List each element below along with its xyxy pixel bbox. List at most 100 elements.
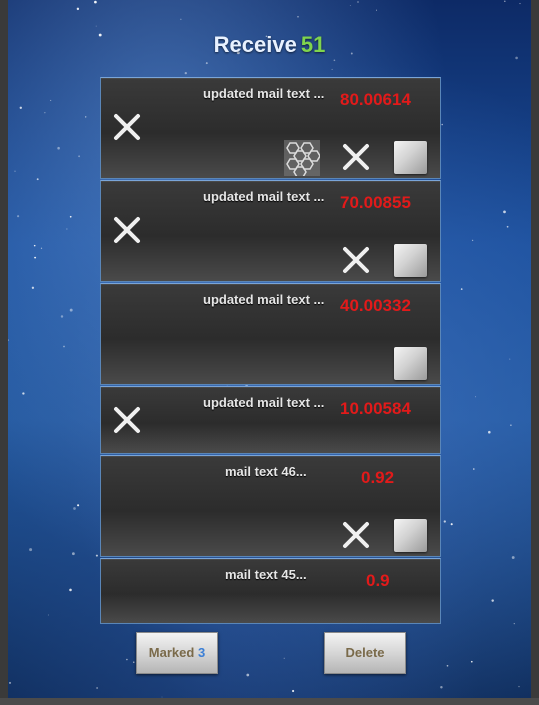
star: [471, 239, 474, 242]
marked-button[interactable]: Marked 3: [136, 632, 218, 674]
delete-attachment-x-icon[interactable]: [341, 142, 371, 172]
star: [491, 599, 494, 602]
mail-subject: updated mail text ...: [203, 292, 325, 307]
star: [78, 155, 80, 158]
star: [357, 1, 359, 3]
star: [333, 59, 336, 62]
star: [8, 339, 9, 341]
mail-item[interactable]: updated mail text ... 40.00332: [100, 283, 441, 385]
mail-subject: mail text 45...: [225, 567, 307, 582]
star: [57, 146, 60, 150]
star: [488, 430, 491, 434]
star: [95, 554, 98, 557]
mail-subject: updated mail text ...: [203, 86, 325, 101]
mail-item[interactable]: updated mail text ... 80.00614: [100, 77, 441, 179]
star: [518, 685, 520, 688]
star: [69, 588, 72, 592]
star: [31, 286, 35, 289]
star: [519, 3, 521, 5]
star: [504, 0, 506, 3]
star: [40, 247, 43, 249]
star: [470, 660, 473, 663]
star: [17, 215, 20, 218]
star: [473, 468, 475, 470]
star: [33, 244, 36, 247]
delete-label: Delete: [345, 645, 385, 660]
star: [95, 25, 97, 27]
mail-subject: updated mail text ...: [203, 189, 325, 204]
star: [50, 99, 52, 101]
delete-x-icon[interactable]: [112, 112, 142, 142]
star: [69, 308, 73, 312]
star: [443, 520, 446, 523]
bottom-bar: [0, 698, 539, 705]
mail-item[interactable]: updated mail text ... 10.00584: [100, 386, 441, 454]
star: [66, 228, 68, 230]
mail-value: 10.00584: [340, 399, 411, 418]
star: [72, 552, 75, 556]
star: [450, 523, 453, 526]
star: [76, 7, 80, 11]
star: [297, 16, 299, 18]
gift-box-icon[interactable]: [394, 244, 427, 277]
delete-attachment-x-icon[interactable]: [341, 245, 371, 275]
star: [513, 622, 515, 625]
mail-subject: mail text 46...: [225, 464, 307, 479]
star: [19, 106, 22, 109]
star: [126, 658, 128, 661]
star: [60, 315, 64, 318]
marked-count: 3: [197, 645, 206, 660]
mail-value: 0.9: [366, 571, 390, 590]
star: [331, 68, 333, 70]
star: [375, 9, 378, 11]
mail-subject: updated mail text ...: [203, 395, 325, 410]
star: [184, 71, 187, 75]
delete-x-icon[interactable]: [112, 215, 142, 245]
star: [14, 170, 16, 172]
mail-list: updated mail text ... 80.00614 updated m…: [100, 77, 441, 624]
star: [8, 681, 12, 684]
star: [441, 123, 443, 126]
gift-box-icon[interactable]: [394, 141, 427, 174]
star: [36, 178, 39, 181]
star: [440, 685, 443, 689]
mail-value: 70.00855: [340, 193, 411, 212]
star: [47, 614, 49, 616]
star: [506, 225, 509, 228]
mail-value: 0.92: [361, 468, 395, 487]
star: [511, 556, 515, 559]
gift-box-icon[interactable]: [394, 519, 427, 552]
delete-attachment-x-icon[interactable]: [341, 520, 371, 550]
star: [133, 661, 135, 663]
delete-x-icon[interactable]: [112, 405, 142, 435]
hex-grid-icon[interactable]: [284, 140, 320, 176]
mail-item[interactable]: updated mail text ... 70.00855: [100, 180, 441, 282]
star: [34, 256, 37, 259]
page-title: Receive 51: [0, 32, 539, 58]
star: [460, 288, 463, 290]
star: [85, 116, 87, 118]
marked-label: Marked: [148, 645, 195, 660]
delete-button[interactable]: Delete: [324, 632, 406, 674]
mail-count: 51: [300, 32, 326, 57]
mail-value: 40.00332: [340, 296, 411, 315]
mail-item[interactable]: mail text 46... 0.92: [100, 455, 441, 557]
star: [283, 657, 285, 659]
star: [69, 215, 72, 218]
star: [503, 210, 506, 214]
star: [96, 687, 98, 689]
mail-item[interactable]: mail text 45... 0.9: [100, 558, 441, 624]
star: [349, 4, 351, 6]
star: [509, 358, 511, 360]
star: [246, 673, 250, 677]
mail-value: 80.00614: [340, 90, 411, 109]
title-label: Receive: [213, 32, 297, 57]
star: [73, 507, 76, 510]
star: [94, 0, 97, 4]
gift-box-icon[interactable]: [394, 347, 427, 380]
star: [63, 345, 65, 348]
star: [180, 18, 182, 20]
star: [292, 689, 295, 693]
star: [29, 548, 33, 552]
star: [22, 392, 25, 395]
